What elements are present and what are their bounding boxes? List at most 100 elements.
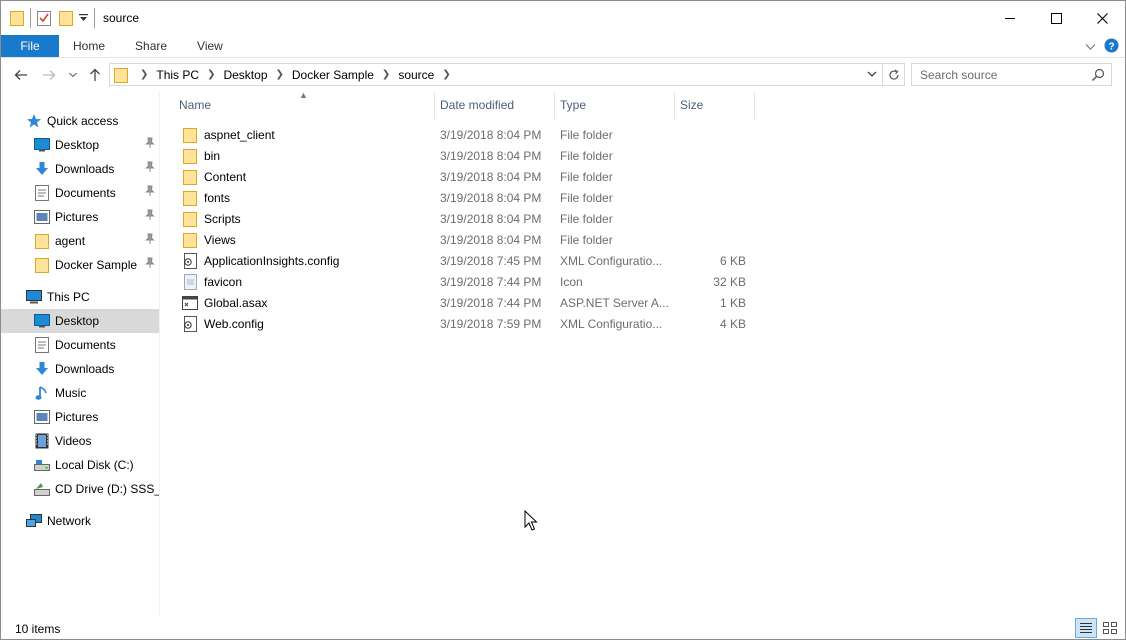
documents-icon bbox=[34, 185, 50, 201]
nav-pc-pictures[interactable]: Pictures bbox=[1, 405, 159, 429]
nav-label: Quick access bbox=[47, 114, 119, 128]
file-row[interactable]: fonts 3/19/2018 8:04 PM File folder bbox=[178, 187, 754, 208]
file-size: 32 KB bbox=[713, 274, 746, 289]
nav-network[interactable]: Network bbox=[1, 509, 159, 533]
breadcrumb-chevron-icon[interactable]: ❯ bbox=[207, 69, 215, 80]
forward-arrow-icon[interactable] bbox=[41, 66, 57, 84]
file-type: File folder bbox=[560, 211, 613, 226]
film-icon bbox=[34, 433, 50, 449]
breadcrumb-desktop[interactable]: Desktop bbox=[223, 68, 267, 82]
large-icons-view-icon[interactable] bbox=[1099, 618, 1121, 638]
ribbon-tabs: File Home Share View ? bbox=[1, 35, 1125, 58]
file-size: 4 KB bbox=[719, 316, 746, 331]
breadcrumb-chevron-icon[interactable]: ❯ bbox=[382, 69, 390, 80]
file-explorer-window: source File Home Share View ? ❯ This PC … bbox=[0, 0, 1126, 640]
properties-icon[interactable] bbox=[37, 8, 51, 28]
nav-quick-pictures[interactable]: Pictures bbox=[1, 205, 159, 229]
refresh-icon[interactable] bbox=[882, 64, 904, 85]
file-type: File folder bbox=[560, 148, 613, 163]
customize-toolbar-icon[interactable] bbox=[79, 8, 88, 28]
download-arrow-icon bbox=[34, 161, 50, 177]
up-arrow-icon[interactable] bbox=[87, 66, 103, 84]
help-icon[interactable]: ? bbox=[1104, 38, 1119, 56]
column-header-date[interactable]: Date modified bbox=[434, 91, 554, 119]
file-row[interactable]: Global.asax 3/19/2018 7:44 PM ASP.NET Se… bbox=[178, 292, 754, 313]
maximize-icon[interactable] bbox=[1033, 1, 1079, 35]
pane-splitter[interactable] bbox=[159, 91, 160, 616]
file-row[interactable]: bin 3/19/2018 8:04 PM File folder bbox=[178, 145, 754, 166]
config-file-icon bbox=[182, 252, 198, 269]
file-row[interactable]: aspnet_client 3/19/2018 8:04 PM File fol… bbox=[178, 124, 754, 145]
pin-icon[interactable] bbox=[145, 161, 155, 176]
pin-icon[interactable] bbox=[145, 257, 155, 272]
file-date: 3/19/2018 7:44 PM bbox=[440, 295, 542, 310]
column-header-name[interactable]: Name bbox=[173, 91, 433, 119]
tab-share[interactable]: Share bbox=[120, 35, 182, 57]
file-row[interactable]: Content 3/19/2018 8:04 PM File folder bbox=[178, 166, 754, 187]
toolbar-divider bbox=[94, 8, 95, 28]
file-list: ▲ Name Date modified Type Size aspnet_cl… bbox=[173, 90, 1125, 616]
desktop-icon bbox=[34, 137, 50, 153]
nav-pc-videos[interactable]: Videos bbox=[1, 429, 159, 453]
cd-drive-icon bbox=[34, 481, 50, 497]
star-icon bbox=[26, 113, 42, 129]
minimize-icon[interactable] bbox=[987, 1, 1033, 35]
file-row[interactable]: Scripts 3/19/2018 8:04 PM File folder bbox=[178, 208, 754, 229]
search-icon[interactable] bbox=[1091, 68, 1105, 85]
pin-icon[interactable] bbox=[145, 209, 155, 224]
address-dropdown-icon[interactable] bbox=[866, 67, 878, 84]
nav-pc-local-disk[interactable]: Local Disk (C:) bbox=[1, 453, 159, 477]
nav-pc-documents[interactable]: Documents bbox=[1, 333, 159, 357]
column-header-size[interactable]: Size bbox=[674, 91, 754, 119]
breadcrumb-this-pc[interactable]: This PC bbox=[156, 68, 199, 82]
nav-label: Downloads bbox=[55, 162, 115, 176]
column-divider[interactable] bbox=[754, 93, 755, 119]
file-row[interactable]: Views 3/19/2018 8:04 PM File folder bbox=[178, 229, 754, 250]
tab-file[interactable]: File bbox=[1, 35, 59, 57]
view-toggle bbox=[1075, 618, 1121, 638]
column-header-type[interactable]: Type bbox=[554, 91, 674, 119]
search-input[interactable] bbox=[920, 67, 1080, 82]
pin-icon[interactable] bbox=[145, 137, 155, 152]
pin-icon[interactable] bbox=[145, 233, 155, 248]
breadcrumb-docker-sample[interactable]: Docker Sample bbox=[292, 68, 374, 82]
breadcrumb-source[interactable]: source bbox=[398, 68, 434, 82]
nav-quick-access[interactable]: Quick access bbox=[1, 109, 159, 133]
nav-quick-desktop[interactable]: Desktop bbox=[1, 133, 159, 157]
nav-this-pc[interactable]: This PC bbox=[1, 285, 159, 309]
details-view-icon[interactable] bbox=[1075, 618, 1097, 638]
file-row[interactable]: Web.config 3/19/2018 7:59 PM XML Configu… bbox=[178, 313, 754, 334]
navigation-bar: ❯ This PC ❯ Desktop ❯ Docker Sample ❯ so… bbox=[1, 59, 1125, 91]
tab-view[interactable]: View bbox=[182, 35, 238, 57]
nav-quick-agent[interactable]: agent bbox=[1, 229, 159, 253]
nav-pc-downloads[interactable]: Downloads bbox=[1, 357, 159, 381]
tab-home[interactable]: Home bbox=[59, 35, 120, 57]
nav-label: Videos bbox=[55, 434, 92, 448]
recent-locations-icon[interactable] bbox=[67, 66, 79, 84]
pin-icon[interactable] bbox=[145, 185, 155, 200]
nav-quick-downloads[interactable]: Downloads bbox=[1, 157, 159, 181]
close-icon[interactable] bbox=[1079, 1, 1125, 35]
file-row[interactable]: ApplicationInsights.config 3/19/2018 7:4… bbox=[178, 250, 754, 271]
breadcrumb-chevron-icon[interactable]: ❯ bbox=[140, 69, 148, 80]
file-type: File folder bbox=[560, 169, 613, 184]
nav-quick-documents[interactable]: Documents bbox=[1, 181, 159, 205]
file-name: ApplicationInsights.config bbox=[204, 253, 340, 268]
expand-ribbon-icon[interactable] bbox=[1085, 40, 1096, 54]
nav-pc-cd-drive[interactable]: CD Drive (D:) SSS_X6 bbox=[1, 477, 159, 501]
nav-pc-music[interactable]: Music bbox=[1, 381, 159, 405]
nav-quick-docker-sample[interactable]: Docker Sample bbox=[1, 253, 159, 277]
new-folder-icon[interactable] bbox=[59, 8, 73, 28]
nav-pc-desktop[interactable]: Desktop bbox=[1, 309, 159, 333]
breadcrumb-chevron-icon[interactable]: ❯ bbox=[442, 69, 450, 80]
back-arrow-icon[interactable] bbox=[13, 66, 29, 84]
desktop-icon bbox=[34, 313, 50, 329]
file-row[interactable]: favicon 3/19/2018 7:44 PM Icon 32 KB bbox=[178, 271, 754, 292]
breadcrumb-chevron-icon[interactable]: ❯ bbox=[276, 69, 284, 80]
nav-label: Music bbox=[55, 386, 87, 400]
file-date: 3/19/2018 8:04 PM bbox=[440, 190, 542, 205]
ribbon-right-controls: ? bbox=[1085, 38, 1119, 56]
search-box[interactable] bbox=[911, 63, 1112, 86]
address-bar[interactable]: ❯ This PC ❯ Desktop ❯ Docker Sample ❯ so… bbox=[109, 63, 905, 86]
quick-access-toolbar bbox=[10, 8, 99, 28]
